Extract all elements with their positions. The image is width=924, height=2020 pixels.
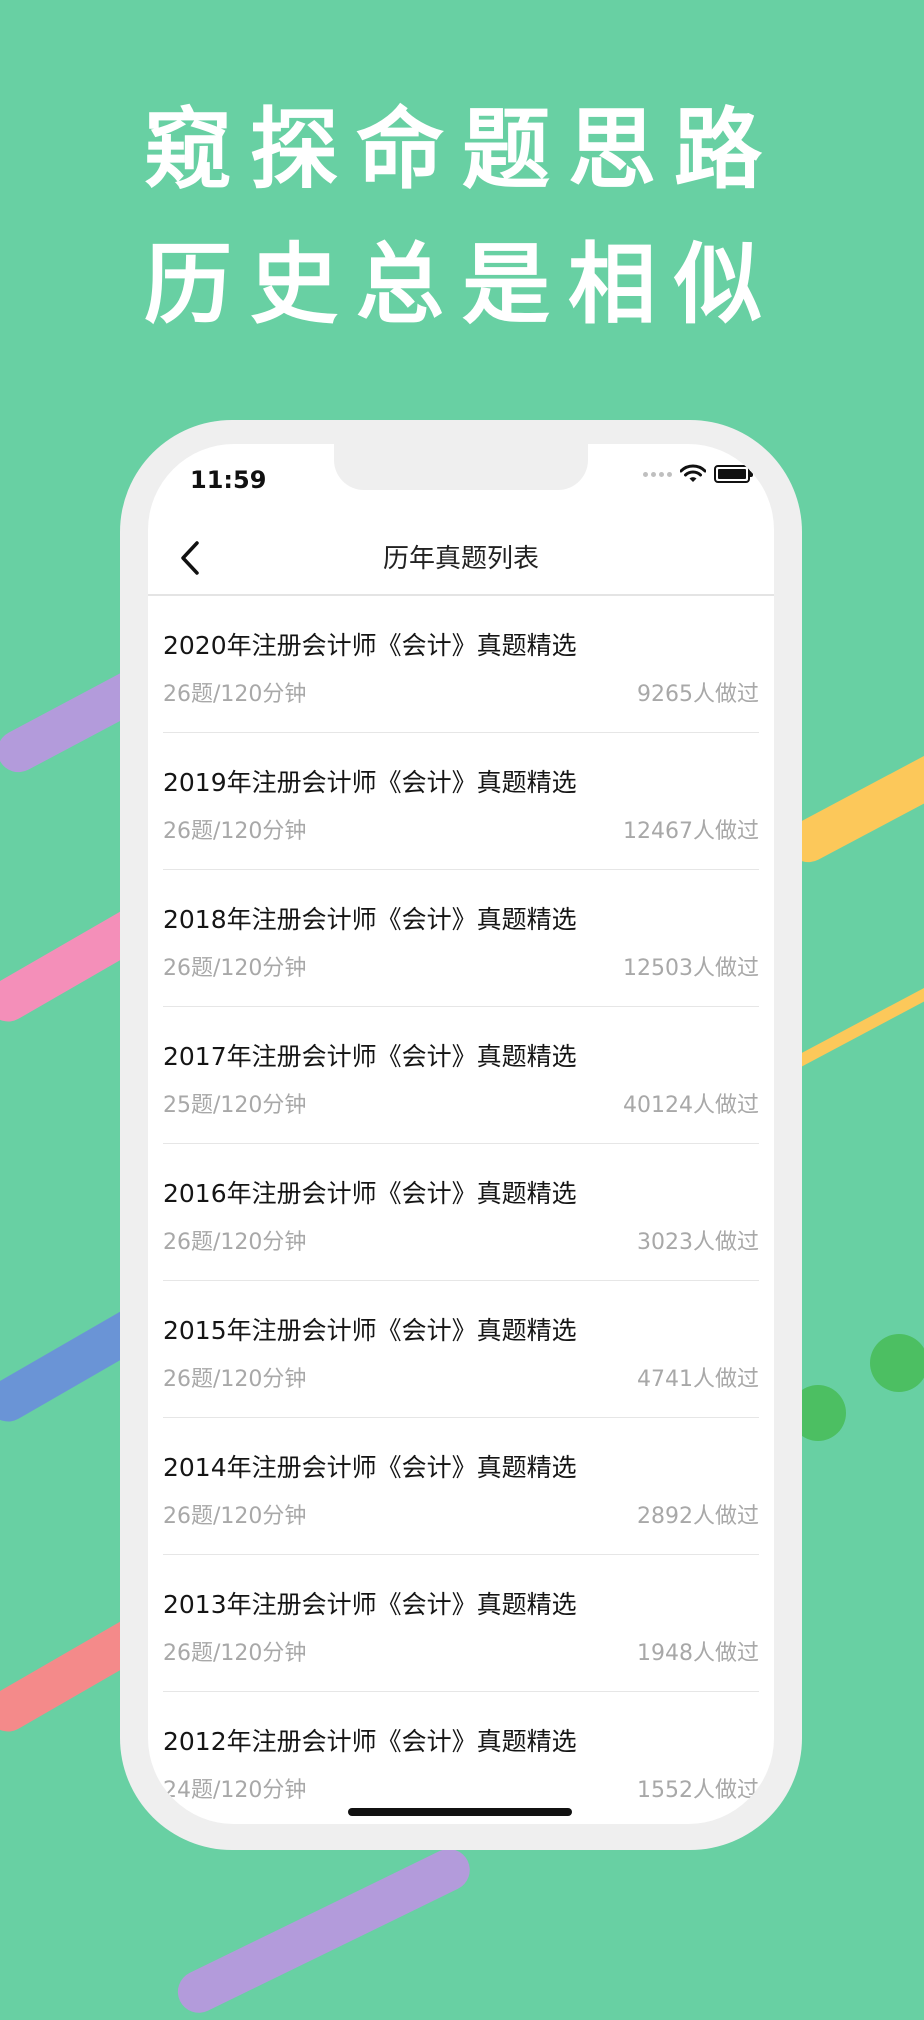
item-meta: 26题/120分钟 — [163, 956, 307, 981]
item-title: 2018年注册会计师《会计》真题精选 — [163, 905, 577, 934]
item-title: 2020年注册会计师《会计》真题精选 — [163, 631, 577, 660]
item-meta: 26题/120分钟 — [163, 1367, 307, 1392]
nav-bar: 历年真题列表 — [148, 524, 774, 596]
decor-stripe-purple-bottom — [170, 1841, 477, 2020]
page-title: 历年真题列表 — [382, 544, 539, 574]
signal-icon — [643, 471, 672, 477]
item-count: 12503人做过 — [623, 956, 759, 981]
item-meta: 26题/120分钟 — [163, 1230, 307, 1255]
item-meta: 24题/120分钟 — [163, 1778, 307, 1803]
home-indicator[interactable] — [348, 1808, 572, 1816]
status-icons — [643, 464, 753, 484]
item-count: 3023人做过 — [637, 1230, 759, 1255]
list-item[interactable]: 2019年注册会计师《会计》真题精选 26题/120分钟 12467人做过 — [163, 733, 759, 870]
status-time: 11:59 — [190, 466, 267, 494]
item-title: 2013年注册会计师《会计》真题精选 — [163, 1590, 577, 1619]
item-title: 2014年注册会计师《会计》真题精选 — [163, 1453, 577, 1482]
list-item[interactable]: 2013年注册会计师《会计》真题精选 26题/120分钟 1948人做过 — [163, 1555, 759, 1692]
wifi-icon — [680, 464, 706, 482]
list-item[interactable]: 2015年注册会计师《会计》真题精选 26题/120分钟 4741人做过 — [163, 1281, 759, 1418]
item-title: 2017年注册会计师《会计》真题精选 — [163, 1042, 577, 1071]
headline-line-1: 窥探命题思路 — [143, 98, 780, 201]
phone-screen: 11:59 历年真题列表 2020年注册会计师《会计》真题精选 26题/120分… — [148, 444, 774, 1824]
decor-dot-large — [870, 1334, 924, 1392]
item-count: 12467人做过 — [623, 819, 759, 844]
item-count: 1948人做过 — [637, 1641, 759, 1666]
headline-line-2: 历史总是相似 — [143, 233, 780, 336]
item-meta: 26题/120分钟 — [163, 1641, 307, 1666]
list-item[interactable]: 2018年注册会计师《会计》真题精选 26题/120分钟 12503人做过 — [163, 870, 759, 1007]
item-meta: 26题/120分钟 — [163, 1504, 307, 1529]
list-item[interactable]: 2020年注册会计师《会计》真题精选 26题/120分钟 9265人做过 — [163, 596, 759, 733]
phone-notch — [334, 444, 588, 490]
item-meta: 25题/120分钟 — [163, 1093, 307, 1118]
item-title: 2015年注册会计师《会计》真题精选 — [163, 1316, 577, 1345]
list-item[interactable]: 2017年注册会计师《会计》真题精选 25题/120分钟 40124人做过 — [163, 1007, 759, 1144]
item-count: 40124人做过 — [623, 1093, 759, 1118]
item-title: 2019年注册会计师《会计》真题精选 — [163, 768, 577, 797]
item-meta: 26题/120分钟 — [163, 682, 307, 707]
list-item[interactable]: 2016年注册会计师《会计》真题精选 26题/120分钟 3023人做过 — [163, 1144, 759, 1281]
item-count: 1552人做过 — [637, 1778, 759, 1803]
item-count: 9265人做过 — [637, 682, 759, 707]
item-title: 2012年注册会计师《会计》真题精选 — [163, 1727, 577, 1756]
item-title: 2016年注册会计师《会计》真题精选 — [163, 1179, 577, 1208]
item-count: 4741人做过 — [637, 1367, 759, 1392]
battery-icon — [714, 465, 753, 483]
item-count: 2892人做过 — [637, 1504, 759, 1529]
item-meta: 26题/120分钟 — [163, 819, 307, 844]
exam-list: 2020年注册会计师《会计》真题精选 26题/120分钟 9265人做过 201… — [163, 596, 759, 1824]
list-item[interactable]: 2014年注册会计师《会计》真题精选 26题/120分钟 2892人做过 — [163, 1418, 759, 1555]
decor-stripe-yellow-thin — [787, 971, 924, 1072]
list-item[interactable]: 2012年注册会计师《会计》真题精选 24题/120分钟 1552人做过 — [163, 1692, 759, 1824]
